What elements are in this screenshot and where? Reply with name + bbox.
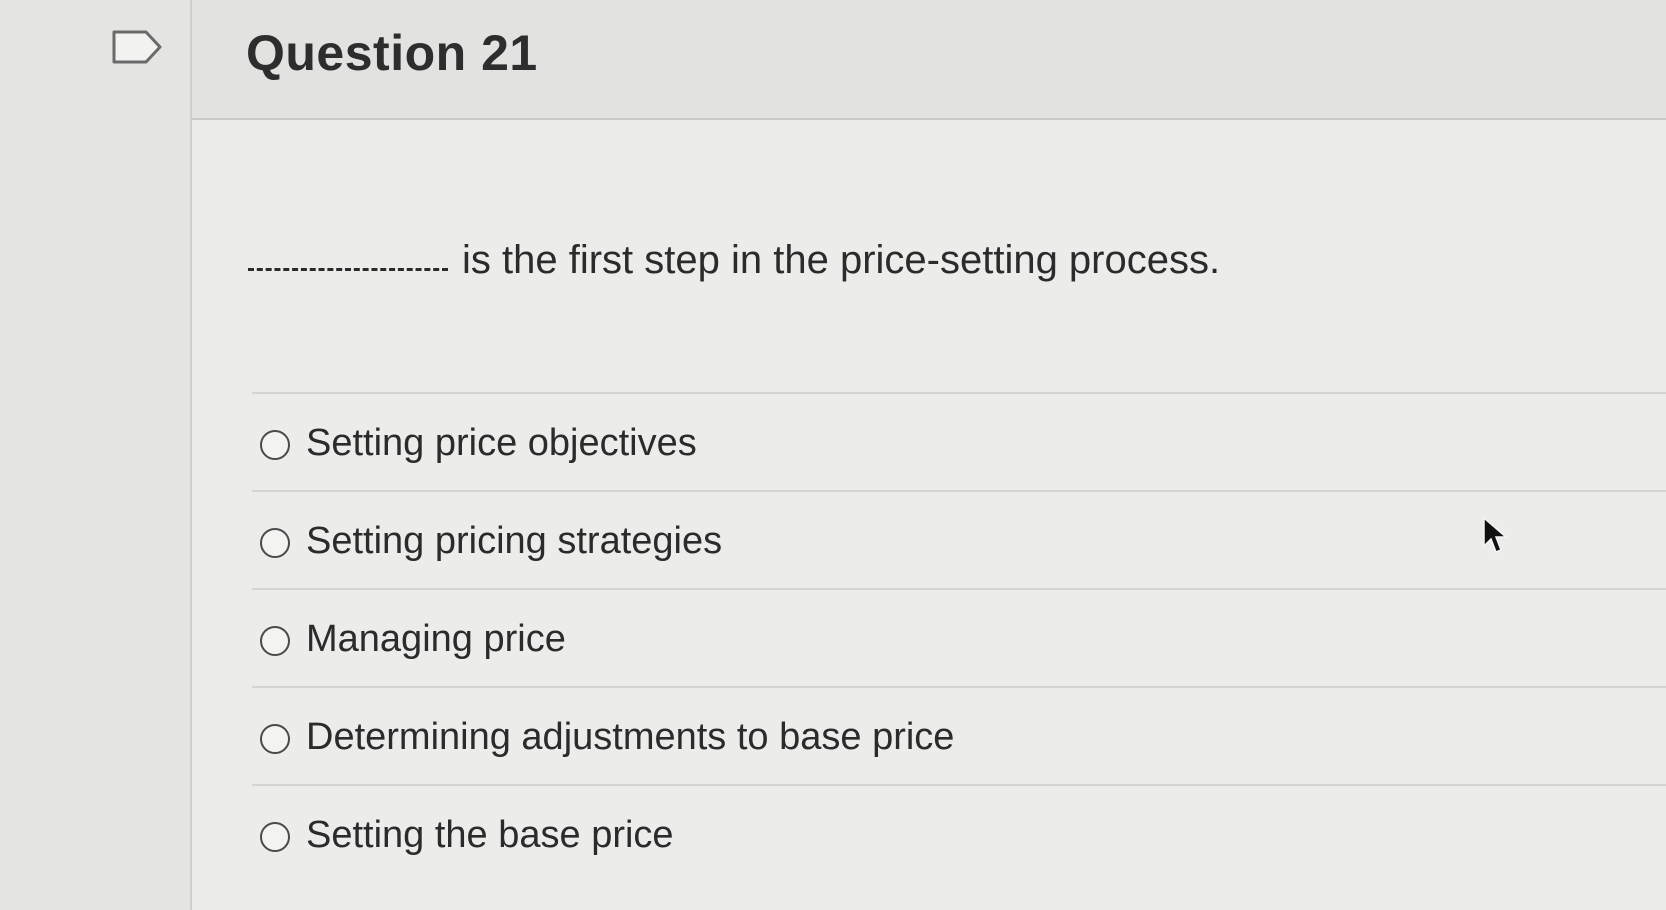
answer-label: Setting pricing strategies [306,520,723,562]
radio-unselected-icon[interactable] [260,528,290,558]
answer-option[interactable]: Setting the base price [252,784,1666,882]
left-gutter [0,0,190,910]
answer-option[interactable]: Setting price objectives [252,392,1666,490]
answer-label: Determining adjustments to base price [306,716,955,758]
flag-question-icon[interactable] [110,26,166,70]
question-title: Question 21 [246,25,538,81]
quiz-page: Question 21 is the first step in the pri… [0,0,1666,910]
radio-unselected-icon[interactable] [260,724,290,754]
question-prompt: is the first step in the price-setting p… [248,238,1220,283]
radio-unselected-icon[interactable] [260,626,290,656]
answer-label: Managing price [306,618,566,660]
mouse-pointer-icon [1483,516,1508,553]
answer-label: Setting the base price [306,814,674,856]
answer-option[interactable]: Setting pricing strategies [252,490,1666,588]
answer-label: Setting price objectives [306,422,697,464]
answer-option[interactable]: Managing price [252,588,1666,686]
question-header: Question 21 [192,0,1666,120]
answer-option[interactable]: Determining adjustments to base price [252,686,1666,784]
question-prompt-text: is the first step in the price-setting p… [462,238,1221,282]
radio-unselected-icon[interactable] [260,822,290,852]
answer-list: Setting price objectives Setting pricing… [252,392,1666,882]
question-card: Question 21 is the first step in the pri… [190,0,1666,910]
fill-in-blank [248,268,448,271]
radio-unselected-icon[interactable] [260,430,290,460]
